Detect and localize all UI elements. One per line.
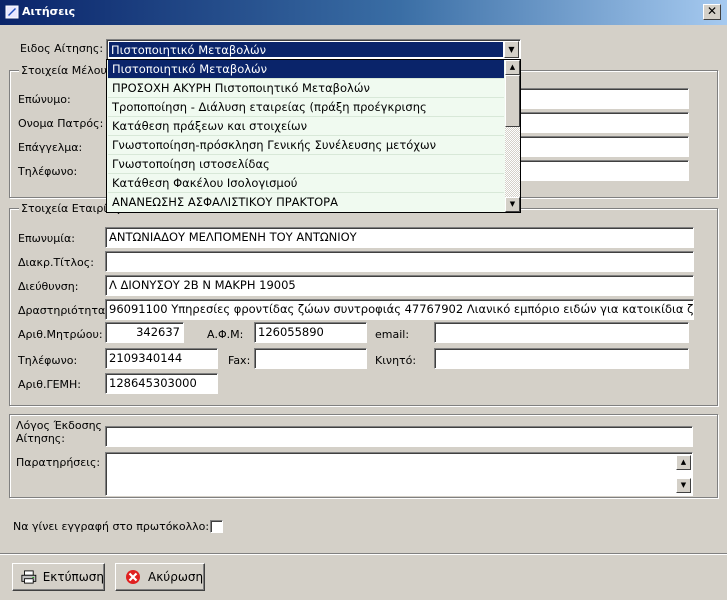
address-label: Διεύθυνση: xyxy=(18,280,79,293)
mobile-field[interactable] xyxy=(434,348,689,369)
registry-no-field[interactable]: 342637 xyxy=(105,322,184,343)
combo-dropdown-button[interactable]: ▼ xyxy=(504,41,519,58)
window-title: Αιτήσεις xyxy=(22,5,76,18)
reason-label: Λόγος Έκδοσης Αίτησης: xyxy=(16,419,102,445)
company-name-label: Επωνυμία: xyxy=(18,232,75,245)
notes-scroll-down-button[interactable]: ▼ xyxy=(676,478,691,493)
print-button[interactable]: Εκτύπωση xyxy=(12,563,105,591)
activity-label: Δραστηριότητα: xyxy=(18,304,109,317)
app-icon xyxy=(5,5,19,19)
activity-field[interactable]: 96091100 Υπηρεσίες φροντίδας ζώων συντρο… xyxy=(105,299,694,320)
registry-no-label: Αριθ.Μητρώου: xyxy=(18,328,103,341)
dropdown-option[interactable]: ΠΡΟΣΟΧΗ ΑΚΥΡΗ Πιστοποιητικό Μεταβολών xyxy=(108,79,504,98)
company-name-field[interactable]: ΑΝΤΩΝΙΑΔΟΥ ΜΕΛΠΟΜΕΝΗ ΤΟΥ ΑΝΤΩΝΙΟΥ xyxy=(105,227,694,248)
dropdown-option[interactable]: Γνωστοποίηση ιστοσελίδας xyxy=(108,155,504,174)
dropdown-option[interactable]: Κατάθεση πράξεων και στοιχείων xyxy=(108,117,504,136)
protocol-label: Να γίνει εγγραφή στο πρωτόκολλο: xyxy=(13,520,210,533)
notes-label: Παρατηρήσεις: xyxy=(16,456,101,469)
cancel-button-label: Ακύρωση xyxy=(148,570,204,584)
cancel-x-icon xyxy=(126,570,140,584)
scroll-thumb[interactable] xyxy=(505,75,520,127)
footer-separator xyxy=(0,553,727,555)
company-phone-label: Τηλέφωνο: xyxy=(18,354,78,367)
scroll-down-icon: ▼ xyxy=(509,200,516,208)
email-field[interactable] xyxy=(434,322,689,343)
mobile-label: Κινητό: xyxy=(375,354,417,367)
fax-label: Fax: xyxy=(228,354,251,367)
request-type-dropdown: Πιστοποιητικό Μεταβολών ΠΡΟΣΟΧΗ ΑΚΥΡΗ Πι… xyxy=(106,59,521,213)
email-label: email: xyxy=(375,328,410,341)
gemi-label: Αριθ.ΓΕΜΗ: xyxy=(18,378,82,391)
dropdown-option[interactable]: Γνωστοποίηση-πρόσκληση Γενικής Συνέλευση… xyxy=(108,136,504,155)
member-father-label: Ονομα Πατρός: xyxy=(18,117,104,130)
scroll-up-icon: ▲ xyxy=(509,63,516,71)
dropdown-option[interactable]: Πιστοποιητικό Μεταβολών xyxy=(108,60,504,79)
dropdown-option[interactable]: Τροποποίηση - Διάλυση εταιρείας (πράξη π… xyxy=(108,98,504,117)
company-phone-field[interactable]: 2109340144 xyxy=(105,348,218,369)
notes-textarea[interactable]: ▲ ▼ xyxy=(105,452,693,496)
notes-scroll-up-button[interactable]: ▲ xyxy=(676,455,691,470)
print-button-label: Εκτύπωση xyxy=(42,570,104,584)
member-group-title: Στοιχεία Μέλους xyxy=(19,64,116,77)
scroll-down-button[interactable]: ▼ xyxy=(505,197,520,212)
request-type-combo[interactable]: Πιστοποιητικό Μεταβολών ▼ xyxy=(106,39,521,60)
afm-label: Α.Φ.Μ: xyxy=(207,328,244,341)
close-icon: ✕ xyxy=(706,4,718,18)
member-profession-label: Επάγγελμα: xyxy=(18,141,83,154)
protocol-checkbox[interactable] xyxy=(210,520,223,533)
dropdown-scrollbar[interactable]: ▲ ▼ xyxy=(505,60,520,212)
reason-field[interactable] xyxy=(105,426,693,447)
fax-field[interactable] xyxy=(254,348,367,369)
dropdown-option[interactable]: ΑΝΑΝΕΩΣΗΣ ΑΣΦΑΛΙΣΤΙΚΟΥ ΠΡΑΚΤΟΡΑ xyxy=(108,193,504,212)
printer-icon xyxy=(21,570,37,584)
gemi-field[interactable]: 128645303000 xyxy=(105,373,218,394)
dropdown-option[interactable]: Κατάθεση Φακέλου Ισολογισμού xyxy=(108,174,504,193)
address-field[interactable]: Λ ΔΙΟΝΥΣΟΥ 2Β Ν ΜΑΚΡΗ 19005 xyxy=(105,275,694,296)
afm-field[interactable]: 126055890 xyxy=(254,322,367,343)
title-bar: Αιτήσεις ✕ xyxy=(0,0,727,25)
scroll-up-button[interactable]: ▲ xyxy=(505,60,520,75)
distinctive-title-field[interactable] xyxy=(105,251,694,272)
distinctive-title-label: Διακρ.Τίτλος: xyxy=(18,256,94,269)
member-surname-label: Επώνυμο: xyxy=(18,93,71,106)
member-phone-label: Τηλέφωνο: xyxy=(18,165,78,178)
request-type-selected: Πιστοποιητικό Μεταβολών xyxy=(108,41,504,58)
cancel-button[interactable]: Ακύρωση xyxy=(115,563,205,591)
request-type-label: Ειδος Αίτησης: xyxy=(20,42,104,55)
chevron-down-icon: ▼ xyxy=(508,45,515,54)
close-button[interactable]: ✕ xyxy=(703,4,721,20)
